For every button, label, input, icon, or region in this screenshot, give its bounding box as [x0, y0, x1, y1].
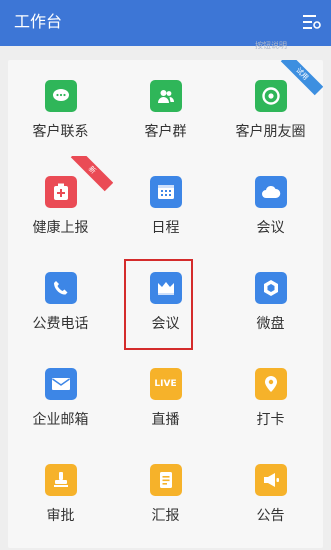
app-tile-people[interactable]: 客户群 — [113, 60, 218, 156]
location-pin-icon — [254, 368, 287, 400]
mail-icon — [44, 368, 77, 400]
app-tile-label: 直播 — [151, 412, 180, 428]
phone-icon — [44, 272, 77, 304]
app-tile-mail[interactable]: 企业邮箱 — [8, 348, 113, 444]
app-tile-label: 汇报 — [151, 508, 180, 524]
app-tile-cloud[interactable]: 会议 — [218, 156, 323, 252]
corner-badge: 试用 — [280, 60, 323, 96]
badge-container: 试用 — [218, 60, 323, 156]
app-tile-drive[interactable]: 微盘 — [218, 252, 323, 348]
app-tile-document[interactable]: 汇报 — [113, 444, 218, 540]
app-tile-calendar[interactable]: 日程 — [113, 156, 218, 252]
document-icon — [149, 464, 182, 496]
app-tile-crown[interactable]: 会议 — [113, 252, 218, 348]
live-icon: LIVE — [149, 368, 182, 400]
megaphone-icon — [254, 464, 287, 496]
workbench-panel: 客户联系 客户群 客户朋友圈 试用 健康上报新日程 会议 公费电话 会议 微盘 企业邮箱 LIVE 直… — [8, 60, 323, 548]
app-tile-label: 会议 — [151, 316, 180, 332]
app-tile-label: 日程 — [151, 220, 180, 236]
stamp-icon — [44, 464, 77, 496]
badge-container: 新 — [8, 156, 113, 252]
chat-bubble-icon — [44, 80, 77, 112]
cloud-icon — [254, 176, 287, 208]
app-tile-chat-bubble[interactable]: 客户联系 — [8, 60, 113, 156]
corner-badge: 新 — [70, 156, 113, 192]
drive-icon — [254, 272, 287, 304]
app-tile-aperture[interactable]: 客户朋友圈 试用 — [218, 60, 323, 156]
app-tile-label: 打卡 — [256, 412, 285, 428]
icon-text: LIVE — [154, 379, 177, 389]
app-tile-phone[interactable]: 公费电话 — [8, 252, 113, 348]
crown-icon — [149, 272, 182, 304]
app-tile-label: 会议 — [256, 220, 285, 236]
app-tile-label: 客户群 — [144, 124, 187, 140]
app-tile-stamp[interactable]: 审批 — [8, 444, 113, 540]
app-tile-medical-kit[interactable]: 健康上报新 — [8, 156, 113, 252]
app-tile-live[interactable]: LIVE 直播 — [113, 348, 218, 444]
app-tile-label: 公告 — [256, 508, 285, 524]
app-tile-label: 企业邮箱 — [32, 412, 89, 428]
hint-text: 按钮说明 — [255, 41, 287, 50]
app-tile-location-pin[interactable]: 打卡 — [218, 348, 323, 444]
app-tile-megaphone[interactable]: 公告 — [218, 444, 323, 540]
app-tile-label: 客户联系 — [32, 124, 89, 140]
people-icon — [149, 80, 182, 112]
app-tile-label: 微盘 — [256, 316, 285, 332]
page-title: 工作台 — [14, 12, 63, 31]
calendar-icon — [149, 176, 182, 208]
app-tile-label: 审批 — [46, 508, 75, 524]
filter-menu-icon[interactable] — [303, 14, 321, 30]
app-tile-label: 公费电话 — [32, 316, 89, 332]
